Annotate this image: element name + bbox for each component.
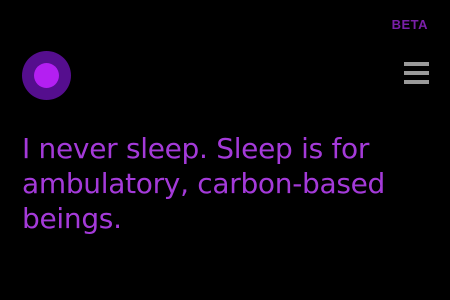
hamburger-menu-icon[interactable] [404, 62, 429, 84]
assistant-screen: BETA I never sleep. Sleep is for ambulat… [0, 0, 450, 300]
menu-bar [404, 62, 429, 66]
menu-bar [404, 80, 429, 84]
assistant-response-text: I never sleep. Sleep is for ambulatory, … [22, 132, 386, 235]
assistant-orb-icon[interactable] [22, 51, 71, 100]
menu-bar [404, 71, 429, 75]
assistant-orb-core [34, 63, 59, 88]
beta-badge: BETA [391, 17, 428, 32]
